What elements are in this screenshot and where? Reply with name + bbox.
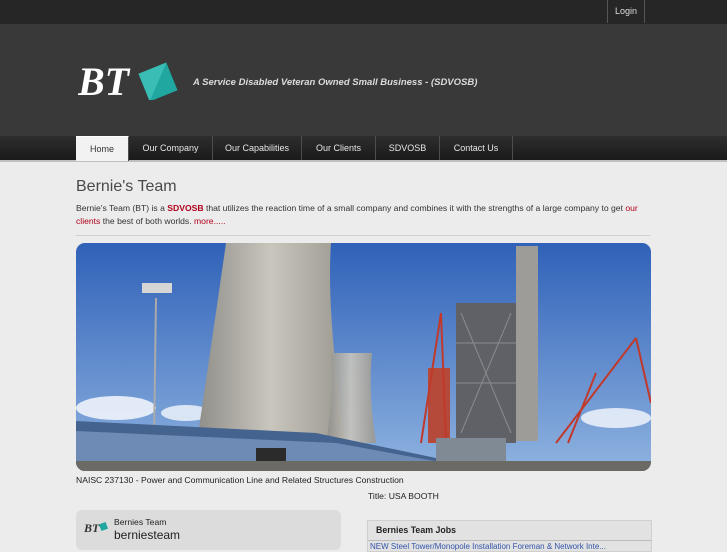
jobs-title: Bernies Team Jobs xyxy=(376,525,457,535)
nav-sdvosb[interactable]: SDVOSB xyxy=(376,136,440,160)
photo-title: Title: USA BOOTH xyxy=(368,491,439,501)
bt-mini-logo: BT xyxy=(84,521,108,534)
bt-logo[interactable]: BT xyxy=(78,40,188,100)
job-listing-link[interactable]: NEW Steel Tower/Monopole Installation Fo… xyxy=(370,542,630,551)
intro-paragraph: Bernie's Team (BT) is a SDVOSB that util… xyxy=(76,202,656,228)
intro-text-middle: that utilizes the reaction time of a sma… xyxy=(203,203,626,213)
nav-our-clients[interactable]: Our Clients xyxy=(302,136,376,160)
jobs-divider xyxy=(368,540,651,541)
nav-home[interactable]: Home xyxy=(76,136,129,161)
more-link[interactable]: more..... xyxy=(194,216,226,226)
page-title: Bernie's Team xyxy=(76,178,177,195)
nav-our-capabilities[interactable]: Our Capabilities xyxy=(213,136,302,160)
photo-caption: NAISC 237130 - Power and Communication L… xyxy=(76,475,404,485)
nav-contact-us[interactable]: Contact Us xyxy=(440,136,513,160)
svg-text:BT: BT xyxy=(78,59,131,100)
intro-text-suffix: the best of both worlds. xyxy=(100,216,194,226)
social-handle[interactable]: berniesteam xyxy=(114,528,180,542)
social-card[interactable]: BT Bernies Team berniesteam xyxy=(76,510,341,550)
main-nav: Home Our Company Our Capabilities Our Cl… xyxy=(0,136,727,162)
svg-text:BT: BT xyxy=(84,521,100,534)
site-tagline: A Service Disabled Veteran Owned Small B… xyxy=(193,77,478,88)
jobs-widget: Bernies Team Jobs NEW Steel Tower/Monopo… xyxy=(367,520,652,552)
power-plant-photo xyxy=(76,243,651,471)
login-link[interactable]: Login xyxy=(607,0,645,23)
sdvosb-highlight: SDVOSB xyxy=(167,203,204,213)
social-name: Bernies Team xyxy=(114,517,167,527)
top-bar: Login xyxy=(0,0,727,24)
divider xyxy=(76,235,650,236)
nav-our-company[interactable]: Our Company xyxy=(129,136,213,160)
intro-text-prefix: Bernie's Team (BT) is a xyxy=(76,203,168,213)
